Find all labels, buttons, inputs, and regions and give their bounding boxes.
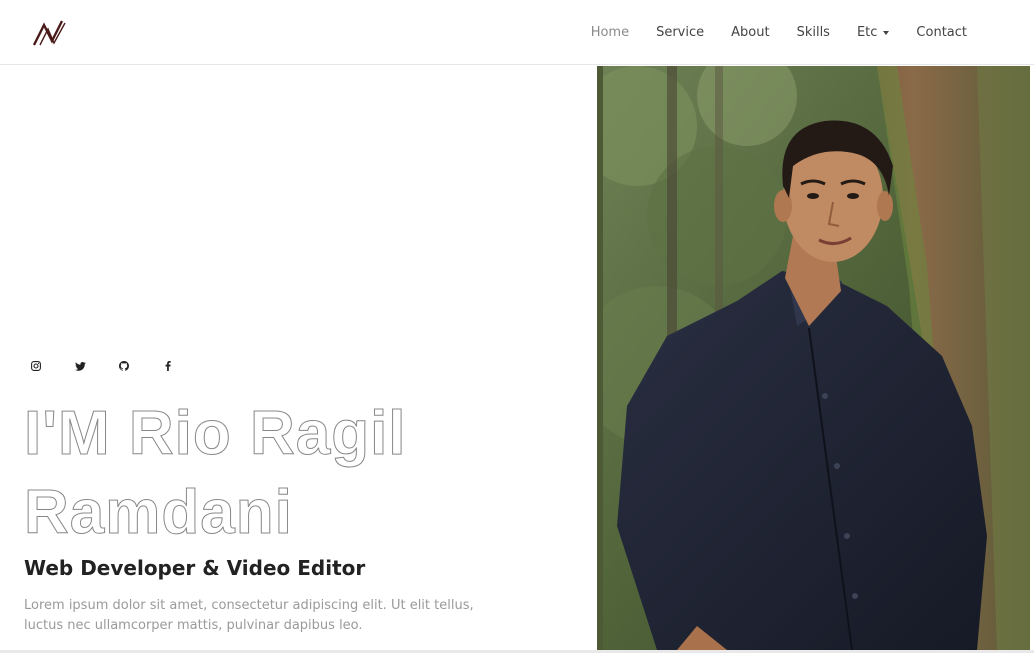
nav-etc-label: Etc [856, 25, 878, 40]
brand-logo[interactable] [32, 19, 68, 47]
navbar: Home Service About Skills Etc Contact [0, 0, 1034, 65]
social-links [28, 358, 204, 374]
nav-home[interactable]: Home [591, 25, 629, 40]
nav-about[interactable]: About [731, 25, 769, 40]
caret-down-icon [883, 31, 890, 35]
nav-etc-dropdown[interactable]: Etc [856, 25, 890, 40]
instagram-icon[interactable] [28, 358, 44, 374]
hero-name-heading: I'M Rio Ragil Ramdani [24, 399, 407, 548]
github-icon[interactable] [116, 358, 132, 374]
portrait-photo [597, 66, 1030, 650]
nav-contact[interactable]: Contact [916, 25, 967, 40]
nv-logo-icon [32, 20, 66, 46]
twitter-icon[interactable] [72, 358, 88, 374]
hero-subtitle: Web Developer & Video Editor [24, 556, 366, 580]
hero-description: Lorem ipsum dolor sit amet, consectetur … [24, 598, 474, 633]
main-nav: Home Service About Skills Etc Contact [591, 0, 967, 65]
nav-service[interactable]: Service [656, 25, 704, 40]
hero-section: I'M Rio Ragil Ramdani Web Developer & Vi… [0, 66, 597, 653]
portrait-illustration [597, 66, 1030, 650]
nav-skills[interactable]: Skills [797, 25, 830, 40]
facebook-icon[interactable] [160, 358, 176, 374]
